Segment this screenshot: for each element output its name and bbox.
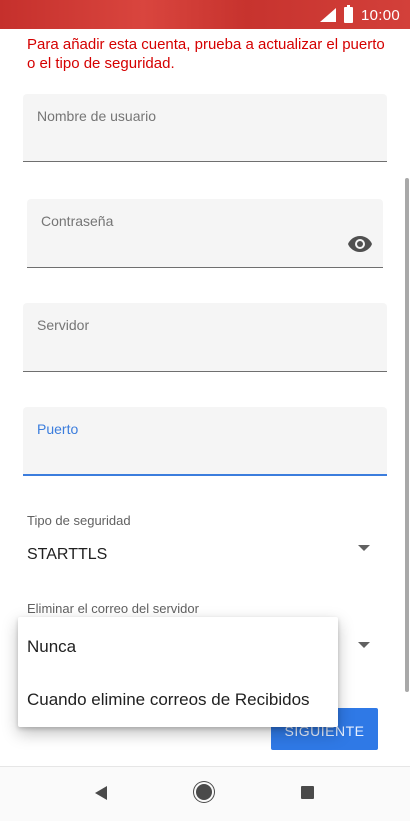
chevron-down-icon[interactable] <box>358 545 370 551</box>
chevron-down-icon[interactable] <box>358 642 370 648</box>
scrollbar[interactable] <box>405 178 409 692</box>
security-type-select[interactable]: STARTTLS <box>27 546 107 564</box>
username-label: Nombre de usuario <box>37 108 157 124</box>
username-field[interactable]: Nombre de usuario <box>23 94 387 162</box>
error-message: Para añadir esta cuenta, prueba a actual… <box>27 36 385 72</box>
security-type-label: Tipo de seguridad <box>27 513 131 528</box>
signal-icon <box>319 8 336 22</box>
port-label: Puerto <box>37 421 79 437</box>
recents-icon[interactable] <box>301 786 314 799</box>
delete-from-server-label: Eliminar el correo del servidor <box>27 601 199 616</box>
password-field[interactable]: Contraseña <box>27 199 383 268</box>
navigation-bar <box>0 766 410 821</box>
status-icons: 10:00 <box>319 5 400 25</box>
menu-item-never[interactable]: Nunca <box>27 637 76 657</box>
password-label: Contraseña <box>41 213 114 229</box>
server-label: Servidor <box>37 317 90 333</box>
dropdown-menu: Nunca Cuando elimine correos de Recibido… <box>18 617 338 727</box>
menu-item-when-deleted-from-inbox[interactable]: Cuando elimine correos de Recibidos <box>27 690 310 710</box>
server-field[interactable]: Servidor <box>23 303 387 372</box>
port-field[interactable]: Puerto <box>23 407 387 476</box>
status-bar: 10:00 <box>0 0 410 29</box>
battery-icon <box>343 5 353 23</box>
home-icon[interactable] <box>196 784 212 800</box>
eye-icon[interactable] <box>347 235 373 253</box>
status-time: 10:00 <box>360 6 400 24</box>
back-icon[interactable] <box>95 786 107 800</box>
